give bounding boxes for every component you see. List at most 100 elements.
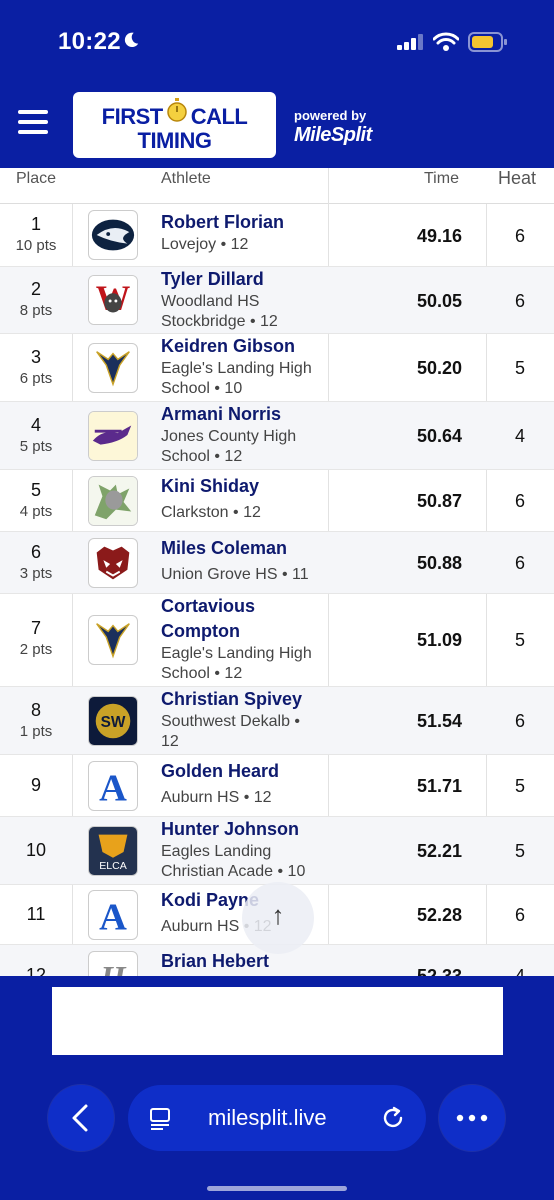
table-row[interactable]: 5 4 pts Kini Shiday Clarkston • 12 50.87 6	[0, 470, 554, 532]
result-time: 52.28	[416, 905, 462, 925]
table-row[interactable]: 7 2 pts Cortavious Compton Eagle's Landing…	[0, 594, 554, 687]
result-time: 52.21	[416, 841, 462, 861]
table-header: Place Athlete Time Heat	[0, 168, 554, 204]
moon-icon	[124, 32, 139, 48]
battery-icon	[468, 32, 507, 52]
athlete-team: Auburn HS • 12	[161, 789, 272, 806]
col-time: Time	[424, 170, 459, 187]
brand-timing: TIMING	[137, 128, 213, 153]
athlete-name[interactable]: Golden Heard	[161, 759, 329, 784]
place-number: 11	[26, 904, 46, 924]
athlete-team: Woodland HS Stockbridge • 12	[161, 293, 278, 330]
place-number: 3	[30, 347, 41, 367]
athlete-name[interactable]: Armani Norris	[161, 402, 329, 427]
back-button[interactable]	[48, 1085, 114, 1151]
table-row[interactable]: 4 5 pts Armani Norris Jones County High Sc…	[0, 402, 554, 470]
sw-logo-icon: SW	[88, 696, 138, 746]
greyhound-logo-icon	[88, 411, 138, 461]
reload-icon[interactable]	[380, 1105, 406, 1131]
table-row[interactable]: 2 8 pts W Tyler DillardWoodland HS Stockb…	[0, 267, 554, 334]
home-indicator	[207, 1186, 347, 1191]
place-number: 2	[30, 279, 41, 299]
arrow-up-icon: ↑	[271, 900, 285, 930]
heat-number: 6	[514, 711, 525, 731]
h-logo-letter: H	[99, 960, 127, 976]
result-time: 51.71	[416, 776, 462, 796]
table-row[interactable]: 9 A Golden Heard Auburn HS • 12 51.71 5	[0, 755, 554, 817]
place-number: 7	[30, 618, 41, 638]
heat-number: 6	[514, 226, 525, 246]
result-time: 50.20	[416, 358, 462, 378]
place-points: 6 pts	[19, 370, 53, 387]
heat-number: 5	[514, 776, 525, 796]
more-options-button[interactable]	[439, 1085, 505, 1151]
status-bar: 10:22	[0, 0, 554, 84]
ellipsis-icon	[456, 1114, 488, 1122]
url-text[interactable]: milesplit.live	[208, 1105, 327, 1131]
result-time: 50.87	[416, 491, 462, 511]
place-number: 1	[30, 214, 41, 234]
elca-logo-text: ELCA	[99, 860, 128, 872]
table-row[interactable]: 10 ELCA Hunter Johnson Eagles Landing Chr…	[0, 817, 554, 885]
place-points: 1 pts	[19, 723, 53, 740]
result-time: 50.88	[416, 553, 462, 573]
place-points: 10 pts	[15, 237, 57, 254]
athlete-name[interactable]: Tyler Dillard	[161, 267, 329, 292]
status-time: 10:22	[58, 28, 121, 55]
result-time: 49.16	[416, 226, 462, 246]
auburn-logo-icon: A	[88, 890, 138, 940]
stopwatch-icon	[167, 98, 187, 122]
place-number: 6	[30, 542, 41, 562]
place-number: 8	[30, 700, 41, 720]
result-time: 51.54	[416, 711, 462, 731]
first-call-timing-logo[interactable]: FIRST CALL TIMING	[73, 92, 276, 158]
athlete-name[interactable]: Kini Shiday	[161, 474, 329, 499]
address-bar[interactable]: milesplit.live	[128, 1085, 426, 1151]
result-time: 52.33	[416, 966, 462, 976]
place-points: 4 pts	[19, 503, 53, 520]
results-table: Place Athlete Time Heat 1 10 pts Robert F…	[0, 168, 554, 976]
place-number: 12	[25, 965, 47, 976]
wolverine-logo-icon	[88, 538, 138, 588]
result-time: 50.05	[416, 291, 462, 311]
athlete-name[interactable]: Robert Florian	[161, 210, 329, 235]
heat-number: 6	[514, 291, 525, 311]
heat-number: 5	[514, 630, 525, 650]
cellular-signal-icon	[397, 34, 423, 50]
table-row[interactable]: 8 1 pts SW Christian Spivey Southwest Deka…	[0, 687, 554, 755]
athlete-team: Southwest Dekalb • 12	[161, 713, 301, 750]
eagle-logo-icon	[88, 343, 138, 393]
table-row[interactable]: 1 10 pts Robert Florian Lovejoy • 12 49.16…	[0, 204, 554, 267]
wolfpack-logo-icon: W	[88, 275, 138, 325]
heat-number: 5	[514, 841, 525, 861]
athlete-team: Eagles Landing Christian Acade • 10	[161, 843, 306, 880]
auburn-logo-icon: A	[88, 761, 138, 811]
athlete-name[interactable]: Keidren Gibson	[161, 334, 329, 359]
wifi-icon	[433, 32, 459, 51]
result-time: 51.09	[416, 630, 462, 650]
hamburger-menu-icon[interactable]	[18, 110, 50, 136]
athlete-team: Clarkston • 12	[161, 504, 261, 521]
milesplit-logo[interactable]: MileSplit	[294, 124, 372, 147]
athlete-name[interactable]: Cortavious Compton	[161, 594, 281, 644]
eagle-logo-icon	[88, 615, 138, 665]
athlete-name[interactable]: Hunter Johnson	[161, 817, 329, 842]
col-heat: Heat	[498, 168, 537, 188]
angora-logo-icon	[88, 476, 138, 526]
brand-first: FIRST	[101, 104, 164, 129]
browser-toolbar: milesplit.live	[0, 1060, 554, 1200]
table-row[interactable]: 63 pts Miles Coleman Union Grove HS • 11 …	[0, 532, 554, 594]
athlete-team: Eagle's Landing High School • 12	[161, 645, 312, 682]
ad-banner	[52, 987, 503, 1055]
place-number: 9	[30, 775, 41, 795]
table-row[interactable]: 3 6 pts Keidren Gibson Eagle's Landing Hig…	[0, 334, 554, 402]
athlete-name[interactable]: Brian Hebert	[161, 949, 329, 974]
athlete-team: Eagle's Landing High School • 10	[161, 360, 312, 397]
athlete-name[interactable]: Christian Spivey	[161, 687, 329, 712]
place-points: 2 pts	[19, 641, 53, 658]
h-logo-icon: H	[88, 951, 138, 976]
elca-logo-icon: ELCA	[88, 826, 138, 876]
brand-call: CALL	[190, 104, 248, 129]
athlete-name[interactable]: Miles Coleman	[161, 536, 329, 561]
scroll-to-top-button[interactable]: ↑	[242, 882, 314, 954]
